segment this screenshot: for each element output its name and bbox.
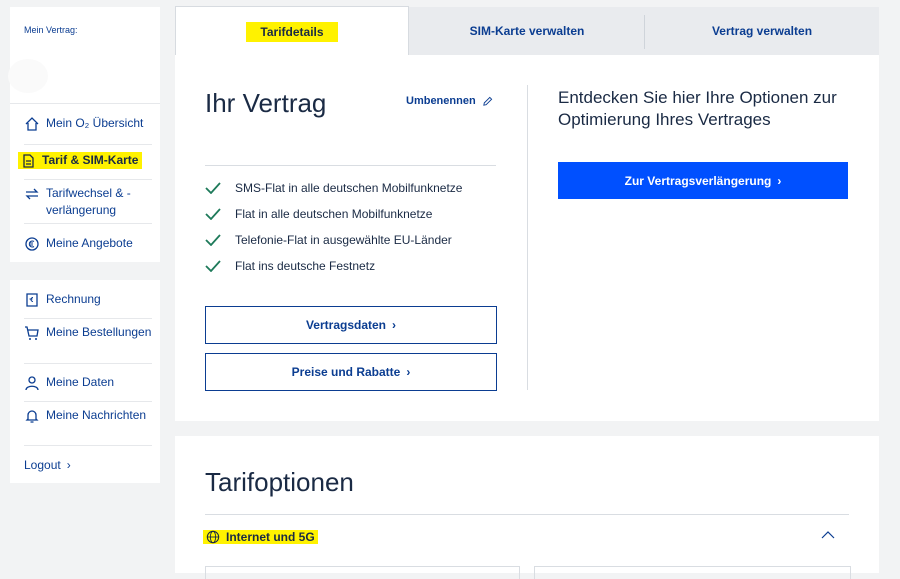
user-icon (25, 376, 39, 391)
feature-text: Flat in alle deutschen Mobilfunknetze (235, 207, 433, 221)
button-label: Vertragsdaten (305, 318, 387, 332)
rename-button[interactable]: Umbenennen (406, 95, 493, 107)
sidebar-item-nachrichten[interactable]: Meine Nachrichten (24, 407, 152, 424)
preise-rabatte-button[interactable]: Preise und Rabatte › (205, 353, 497, 391)
sidebar-account-card: Mein Vertrag: Mein O₂ Übersicht Tarif & … (8, 7, 160, 262)
sim-card-icon (23, 154, 34, 168)
chevron-right-icon: › (777, 173, 782, 188)
shopping-cart-icon (25, 326, 39, 340)
contract-title: Ihr Vertrag (205, 88, 327, 118)
sidebar-services-card: Rechnung Meine Bestellungen Meine Daten … (10, 280, 160, 483)
check-icon (205, 208, 221, 220)
logout-label: Logout (24, 458, 61, 472)
feature-text: SMS-Flat in alle deutschen Mobilfunknetz… (235, 181, 463, 195)
contract-card: Ihr Vertrag Umbenennen SMS-Flat in alle … (175, 55, 879, 421)
home-icon (25, 117, 39, 131)
tab-vertrag-verwalten[interactable]: Vertrag verwalten (645, 7, 879, 55)
offer-tag-icon (25, 237, 39, 251)
pencil-icon (482, 96, 492, 106)
sidebar-item-label: Rechnung (46, 292, 101, 306)
divider (205, 165, 496, 166)
discover-text: Entdecken Sie hier Ihre Optionen zur Opt… (558, 88, 837, 129)
divider (24, 179, 152, 180)
vertragsdaten-button[interactable]: Vertragsdaten › (205, 306, 497, 344)
divider (527, 85, 528, 390)
sidebar-item-label: Mein O₂ Übersicht (46, 116, 144, 130)
vertragsverlaengerung-button[interactable]: Zur Vertragsverlängerung › (558, 162, 848, 199)
section-title: Tarifoptionen (205, 467, 354, 497)
sidebar-item-label: Meine Angebote (46, 236, 133, 250)
sidebar-item-tarif-sim[interactable]: Tarif & SIM-Karte (18, 152, 152, 169)
tab-sim-karte[interactable]: SIM-Karte verwalten (409, 7, 645, 55)
bell-icon (25, 410, 39, 423)
tab-bar: Tarifdetails SIM-Karte verwalten Vertrag… (175, 6, 879, 56)
sidebar-item-label: Meine Nachrichten (46, 408, 147, 422)
chevron-right-icon: › (392, 318, 397, 332)
sidebar-item-overview[interactable]: Mein O₂ Übersicht (24, 115, 152, 132)
redacted-contract-name (8, 59, 48, 93)
feature-item: Flat ins deutsche Festnetz (205, 259, 375, 273)
check-icon (205, 260, 221, 272)
feature-item: Flat in alle deutschen Mobilfunknetze (205, 207, 432, 221)
sidebar-item-daten[interactable]: Meine Daten (24, 374, 152, 391)
internet-5g-accordion[interactable]: Internet und 5G (203, 530, 318, 544)
divider (24, 144, 152, 145)
swap-arrows-icon (25, 188, 39, 200)
feature-item: SMS-Flat in alle deutschen Mobilfunknetz… (205, 181, 462, 195)
sidebar-item-label: Meine Daten (46, 375, 115, 389)
button-label: Zur Vertragsverlängerung (624, 173, 772, 188)
tab-label: Tarifdetails (246, 21, 338, 42)
chevron-up-icon[interactable] (821, 530, 835, 540)
sidebar-item-angebote[interactable]: Meine Angebote (24, 235, 152, 252)
button-label: Preise und Rabatte (291, 365, 401, 379)
logout-link[interactable]: Logout › (24, 457, 152, 474)
divider (10, 103, 160, 104)
divider (205, 514, 849, 515)
tarifoptionen-card: Tarifoptionen Internet und 5G (175, 436, 879, 579)
check-icon (205, 234, 221, 246)
sidebar-item-tarifwechsel[interactable]: Tarifwechsel & -verlängerung (24, 185, 152, 219)
contract-label: Mein Vertrag: (24, 25, 78, 35)
chevron-right-icon: › (66, 458, 71, 472)
divider (24, 401, 152, 402)
sidebar-item-rechnung[interactable]: Rechnung (24, 291, 152, 308)
feature-item: Telefonie-Flat in ausgewählte EU-Länder (205, 233, 452, 247)
check-icon (205, 182, 221, 194)
divider (24, 223, 152, 224)
feature-text: Telefonie-Flat in ausgewählte EU-Länder (235, 233, 452, 247)
rename-label: Umbenennen (406, 95, 476, 107)
sidebar-item-label: Tarifwechsel & -verlängerung (46, 186, 131, 217)
tab-tarifdetails[interactable]: Tarifdetails (175, 6, 409, 56)
divider (24, 445, 152, 446)
accordion-label: Internet und 5G (226, 530, 315, 544)
sidebar-item-bestellungen[interactable]: Meine Bestellungen (24, 324, 152, 341)
tab-label: SIM-Karte verwalten (469, 24, 585, 38)
sidebar-item-label: Tarif & SIM-Karte (42, 153, 139, 167)
divider (24, 363, 152, 364)
tab-label: Vertrag verwalten (711, 24, 813, 38)
chevron-right-icon: › (406, 365, 411, 379)
divider (24, 318, 152, 319)
sidebar-item-label: Meine Bestellungen (46, 325, 152, 339)
invoice-icon (26, 293, 38, 307)
feature-text: Flat ins deutsche Festnetz (235, 259, 376, 273)
globe-icon (206, 530, 220, 544)
